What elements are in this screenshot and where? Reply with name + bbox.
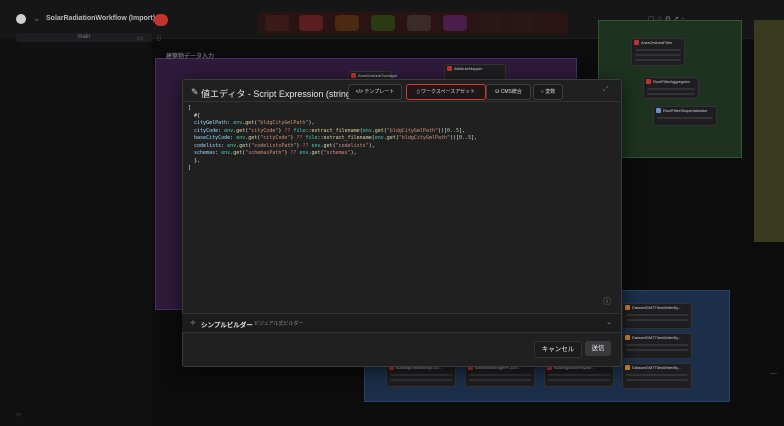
simple-builder-subtitle: ビジュアル式ビルダー	[254, 321, 304, 327]
cms-integration-button-label: CMS統合	[500, 89, 522, 95]
toolbar-button-transformer[interactable]	[299, 15, 323, 31]
code-editor[interactable]: [ #{ cityGmlPath: env.get("bldgCityGmlPa…	[188, 105, 608, 173]
help-icon[interactable]: ⓘ	[603, 296, 611, 307]
canvas-node[interactable]: AttributeMapper	[444, 64, 506, 80]
canvas-node[interactable]: RoofFilterAggregator	[643, 77, 699, 99]
wand-icon: ✧	[190, 320, 196, 327]
toolbar-button-redo[interactable]	[511, 15, 535, 31]
group-label: 建築物データ入力	[166, 54, 215, 60]
workflow-title: SolarRadiationWorkflow (Import)	[46, 15, 156, 22]
app-logo[interactable]	[16, 14, 26, 24]
help-icon[interactable]: ○	[16, 410, 21, 419]
canvas-node[interactable]: DatasetGMTTilesWriterBy...	[622, 303, 692, 329]
toolbar-button-note[interactable]	[371, 15, 395, 31]
toolbar-button-subworkflow[interactable]	[443, 15, 467, 31]
page-icon[interactable]: ▯	[157, 34, 161, 42]
chevron-down-icon[interactable]: ⌄	[606, 318, 612, 326]
toolbar-button-writer[interactable]	[335, 15, 359, 31]
chevron-down-icon[interactable]: ⌄	[33, 13, 41, 24]
pen-icon: ✎	[191, 87, 199, 97]
canvas-node[interactable]: RoofFilterShapeValidator	[653, 106, 717, 126]
variables-button-label: 変数	[545, 89, 556, 95]
toolbar-button-undo[interactable]	[479, 15, 503, 31]
sidebar	[0, 38, 152, 426]
toolbar-button-batch[interactable]	[407, 15, 431, 31]
canvas-node[interactable]: DatasetGMTTilesWriterBy...	[622, 333, 692, 359]
variables-button[interactable]: ○ 変数	[533, 84, 563, 100]
cancel-button[interactable]: キャンセル	[534, 341, 582, 358]
branch-label: main	[77, 34, 91, 40]
workspace-asset-button-label: ワークスペースアセット	[420, 89, 476, 95]
simple-builder-label: シンプルビルダー	[201, 322, 253, 329]
canvas-node[interactable]: DatasetGMTTilesWriterBy...	[622, 363, 692, 389]
status-badge[interactable]	[154, 14, 168, 26]
dialog-title: 値エディタ - Script Expression (string)	[201, 89, 354, 99]
send-button[interactable]: 送信	[585, 341, 611, 356]
divider	[182, 101, 620, 102]
expand-icon[interactable]: ⤢	[603, 86, 609, 94]
branch-selector[interactable]: main	[16, 33, 152, 42]
divider	[182, 332, 620, 333]
canvas-node[interactable]: AreaOnAreaFilter	[631, 38, 685, 66]
workspace-asset-button[interactable]: ▯ ワークスペースアセット	[406, 84, 486, 100]
template-button[interactable]: </> テンプレート	[348, 84, 402, 100]
canvas-group-olive[interactable]	[754, 20, 784, 242]
layout-icon[interactable]: ▭	[137, 34, 144, 42]
toolbar-button-reader[interactable]	[265, 15, 289, 31]
minus-icon[interactable]: —	[770, 370, 777, 377]
template-button-label: テンプレート	[364, 89, 395, 95]
cms-integration-button[interactable]: ⛁ CMS統合	[486, 84, 531, 100]
